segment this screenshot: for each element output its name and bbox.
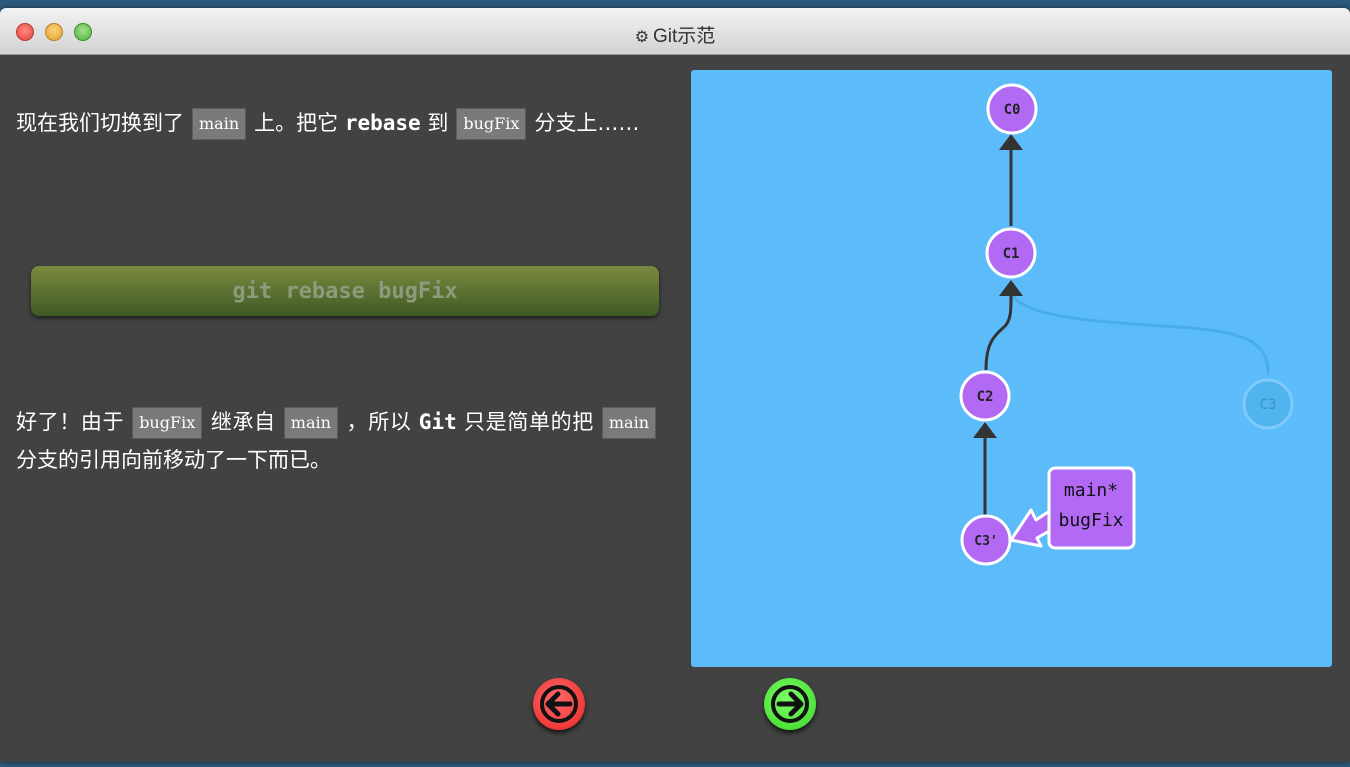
arrowhead-c1 [999,280,1023,296]
explanation-paragraph-2: 好了！由于 bugFix 继承自 main ，所以 Git 只是简单的把 main分支的引… [16,403,664,479]
commit-label: C3' [974,534,997,549]
command-button[interactable]: git rebase bugFix [31,266,659,316]
title-bar: ⚙ Git示范 [0,8,1350,55]
branch-pointer-arrow [1009,508,1053,548]
keyword-rebase: rebase [344,111,421,135]
gear-icon: ⚙ [634,29,650,46]
arrowhead-c0 [999,134,1023,150]
branch-tag-bugfix: bugFix [456,108,527,140]
window-title: ⚙ Git示范 [634,26,716,47]
commit-node-c2[interactable]: C2 [959,370,1011,422]
edge-c3-c1 [1009,291,1270,376]
keyword-git: Git [418,410,457,434]
commit-graph: C3 C0 C1 C2 main* bugFix C3' [959,83,1294,566]
git-graph-panel: C3 C0 C1 C2 main* bugFix C3' [691,70,1332,667]
next-button[interactable] [764,678,816,730]
arrow-left-icon [540,685,578,723]
commit-node-c1[interactable]: C1 [985,227,1037,279]
commit-node-c3-prime[interactable]: C3' [960,514,1012,566]
branch-tag-bugfix: bugFix [132,407,203,439]
branch-tag-main: main [192,108,247,140]
arrowhead-c2 [973,422,997,438]
commit-label: C1 [1003,246,1020,262]
arrow-right-icon [771,685,809,723]
previous-button[interactable] [533,678,585,730]
commit-label: C0 [1004,102,1021,118]
app-window: ⚙ Git示范 现在我们切换到了 main 上。把它 rebase 到 bugFix 分支… [0,8,1350,762]
branch-tag-main: main [283,407,338,439]
branch-tag-main: main [601,407,657,439]
branch-label-main: main* [1064,480,1118,501]
edge-c2-c1 [984,294,1013,371]
branch-label-bugfix: bugFix [1058,510,1123,531]
commit-label: C2 [977,389,994,405]
explanation-paragraph-1: 现在我们切换到了 main 上。把它 rebase 到 bugFix 分支上…… [16,104,664,142]
commit-node-c3[interactable]: C3 [1242,378,1294,430]
commit-label: C3 [1260,397,1277,413]
branch-label-main-bugfix[interactable]: main* bugFix [1009,466,1136,550]
commit-node-c0[interactable]: C0 [986,83,1038,135]
